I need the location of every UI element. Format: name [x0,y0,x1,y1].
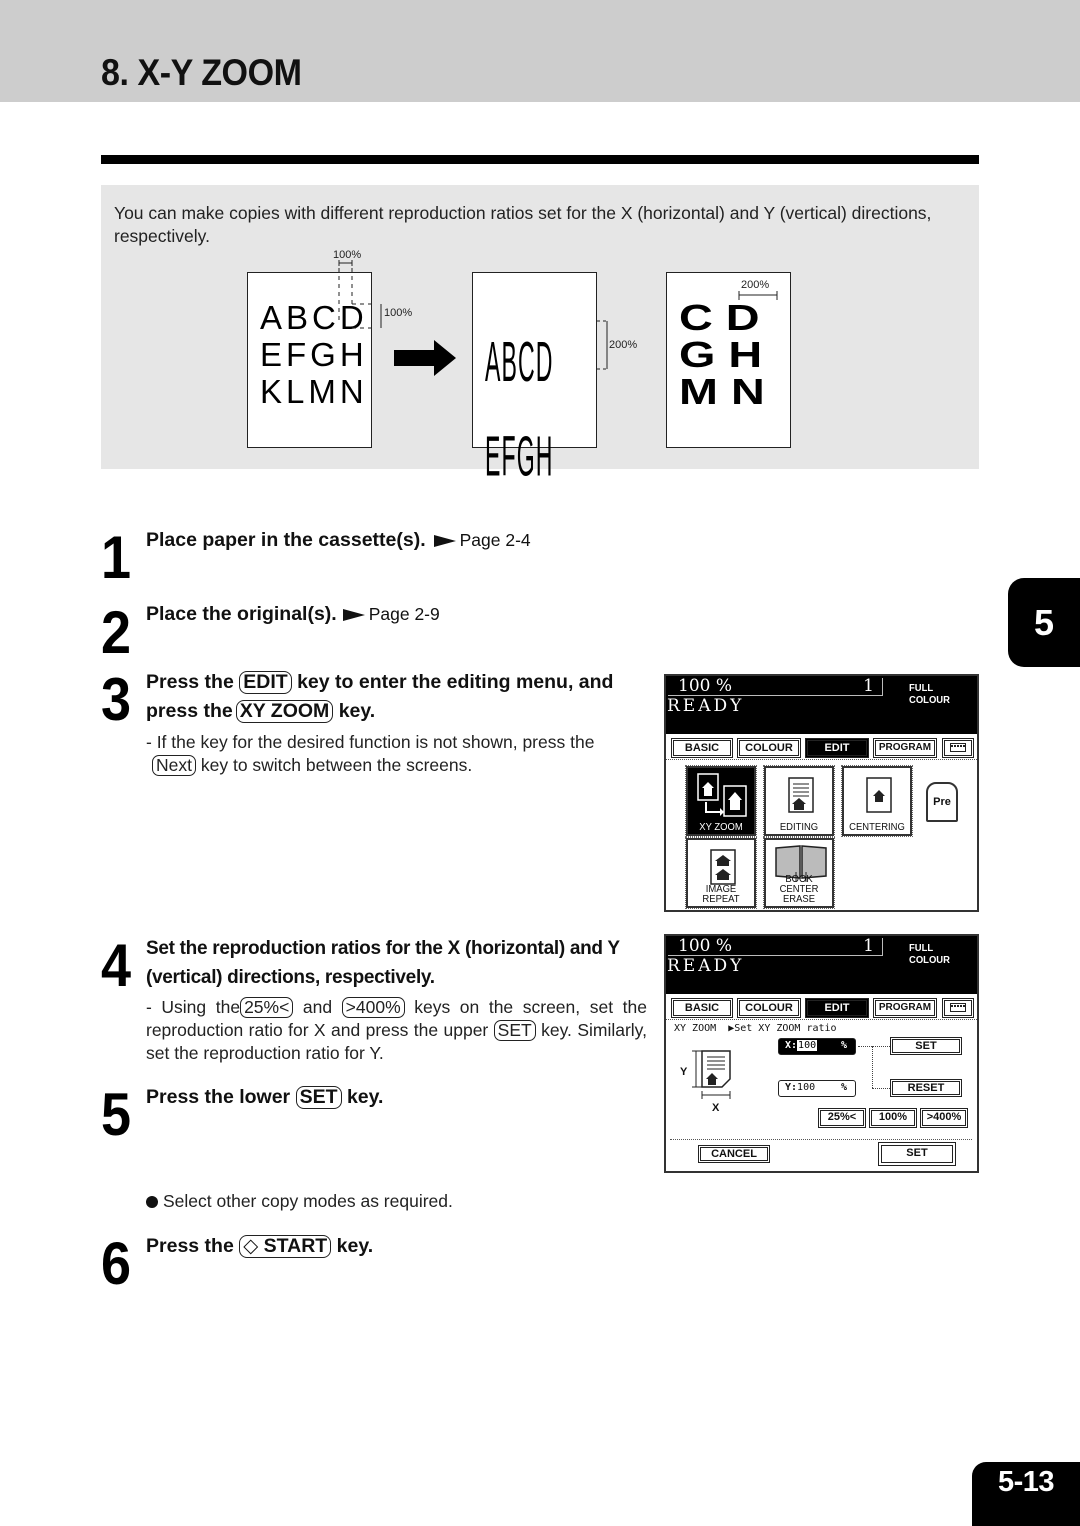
page-ref-arrow-icon [342,608,365,621]
connector-line [872,1088,890,1089]
lcd-ratio-display: 100 % 1 [668,678,883,696]
image-repeat-icon [710,849,736,885]
step-title-6: Press the ◇ START key. [146,1235,374,1258]
start-key: ◇ START [239,1235,332,1258]
xy-zoom-key: XY ZOOM [235,700,334,723]
horizontal-dimension-marks [738,291,778,300]
step-title-5: Press the lower SET key. [146,1086,384,1109]
lcd-ready-status: READY [667,956,745,976]
lcd-status-bar: 100 % 1 FULL COLOUR READY [666,676,977,734]
tab-program[interactable]: PROGRAM [873,738,937,758]
step-title-4: Set the reproduction ratios for the X (h… [146,938,620,988]
connector-line [858,1046,890,1047]
vertical-zoom-text: ABCD EFGH [485,329,554,488]
100-percent-button[interactable]: 100% [869,1108,917,1128]
lcd-copy-count: 1 [863,936,874,956]
intro-text: You can make copies with different repro… [114,203,932,246]
tab-basic[interactable]: BASIC [671,738,733,758]
edit-key: EDIT [239,671,292,694]
step-number-4: 4 [101,932,132,999]
dim-label-vertical: 200% [609,339,638,351]
tab-program[interactable]: PROGRAM [873,998,937,1018]
original-dimension-marks [338,260,382,329]
vertical-zoom-sheet: ABCD EFGH [472,272,597,488]
bullet-icon [146,1196,158,1208]
tab-colour[interactable]: COLOUR [737,998,801,1018]
lcd-divider [670,1139,972,1140]
start-diamond-icon: ◇ [243,1235,259,1257]
x-ratio-field[interactable]: X:100 % [778,1038,856,1055]
tab-basic[interactable]: BASIC [671,998,733,1018]
xy-zoom-icon [697,773,747,817]
centering-icon [866,777,892,813]
xy-zoom-breadcrumb: XY ZOOM ▶Set XY ZOOM ratio [674,1023,837,1034]
lcd-copy-count: 1 [863,676,874,696]
title-rule [101,155,979,164]
step-number-2: 2 [101,599,132,666]
intro-box: You can make copies with different repro… [101,185,979,488]
step-title-2: Place the original(s). Page 2-9 [146,603,440,625]
y-ratio-field[interactable]: Y:100 % [778,1080,856,1097]
cancel-button[interactable]: CANCEL [698,1145,770,1163]
tab-edit[interactable]: EDIT [805,738,869,758]
image-repeat-button[interactable]: IMAGE REPEAT [685,837,757,909]
25-percent-button[interactable]: 25%< [818,1108,866,1128]
editing-icon [788,777,814,813]
centering-button[interactable]: CENTERING [841,765,913,837]
template-icon [950,1003,966,1012]
lower-set-button[interactable]: SET [878,1142,956,1166]
25-percent-key: 25%< [240,997,294,1018]
page-ref-arrow-icon [433,534,456,547]
document-dimension-icon: Y X [680,1050,731,1114]
tab-template[interactable] [942,738,974,758]
step-number-3: 3 [101,666,132,733]
lower-set-key: SET [295,1086,342,1109]
tab-colour[interactable]: COLOUR [737,738,801,758]
lcd-status-bar: 100 % 1 FULL COLOUR READY [666,936,977,994]
reset-button[interactable]: RESET [890,1079,962,1097]
step-title-1: Place paper in the cassette(s). Page 2-4 [146,529,531,551]
lcd-ratio-display: 100 % 1 [668,938,883,956]
lcd-edit-menu: 100 % 1 FULL COLOUR READY BASIC COLOUR E… [664,674,979,912]
lcd-tab-bar: BASIC COLOUR EDIT PROGRAM [666,994,977,1020]
chapter-tab: 5 [1008,578,1080,667]
lcd-ready-status: READY [667,696,745,716]
book-center-erase-button[interactable]: BOOK CENTER ERASE [763,837,835,909]
upper-set-key: SET [493,1020,536,1041]
step-number-5: 5 [101,1081,132,1148]
xy-zoom-button[interactable]: XY ZOOM [685,765,757,837]
right-arrow-icon [394,340,456,376]
lcd-colour-mode: FULL COLOUR [909,682,950,706]
page-ref-link[interactable]: Page 2-4 [460,530,531,550]
lcd-colour-mode: FULL COLOUR [909,942,950,966]
upper-set-button[interactable]: SET [890,1037,962,1055]
400-percent-button[interactable]: >400% [920,1108,968,1128]
editing-button[interactable]: EDITING [763,765,835,837]
step-note-4: - Using the 25%< and >400% keys on the sc… [146,997,647,1063]
x-axis-label: X [712,1102,720,1114]
y-axis-label: Y [680,1066,688,1078]
page-ref-link[interactable]: Page 2-9 [369,604,440,624]
lcd-tab-bar: BASIC COLOUR EDIT PROGRAM [666,734,977,760]
400-percent-key: >400% [341,997,405,1018]
lcd-xy-zoom-settings: 100 % 1 FULL COLOUR READY BASIC COLOUR E… [664,934,979,1173]
dim-label-horizontal: 200% [741,279,770,291]
tab-edit[interactable]: EDIT [805,998,869,1018]
step-number-1: 1 [101,524,132,591]
previous-page-button[interactable]: Pre [926,782,958,822]
bullet-note: Select other copy modes as required. [146,1191,453,1212]
page-title: 8. X-Y ZOOM [101,52,302,93]
connector-line [872,1046,873,1088]
step-note-3: - If the key for the desired function is… [146,732,595,776]
step-title-3: Press the EDIT key to enter the editing … [146,671,614,723]
template-icon [950,743,966,752]
next-key: Next [152,755,196,776]
page-number: 5-13 [972,1462,1080,1526]
tab-template[interactable] [942,998,974,1018]
step-number-6: 6 [101,1230,132,1297]
horizontal-zoom-text: C D G H M N [679,297,765,412]
